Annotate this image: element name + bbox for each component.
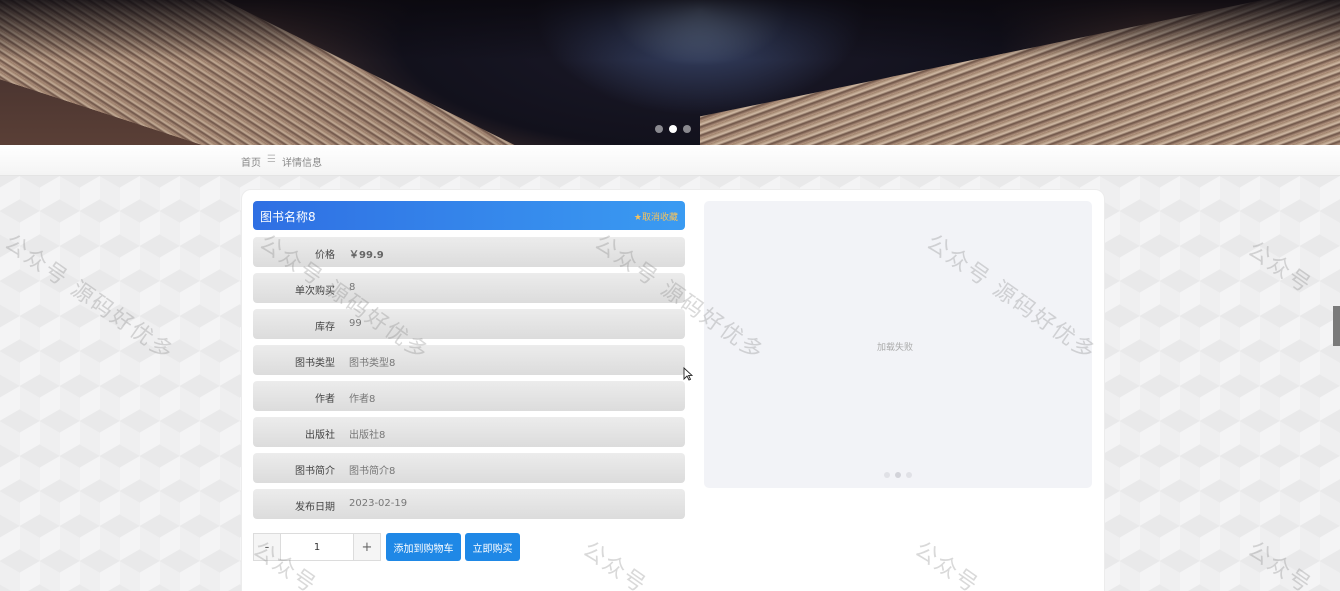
hero-banner <box>0 0 1340 145</box>
field-row-publisher: 出版社 出版社8 <box>253 417 685 447</box>
banner-shadow <box>0 0 1340 60</box>
decrease-quantity-button[interactable]: - <box>253 533 281 561</box>
image-dot-2[interactable] <box>895 472 901 478</box>
quantity-stepper: - 1 + <box>253 533 381 561</box>
book-image-carousel[interactable]: 加载失败 <box>704 201 1092 488</box>
carousel-indicators <box>655 125 691 133</box>
field-label: 价格 <box>315 250 335 261</box>
field-row-price: 价格 ￥99.9 <box>253 237 685 267</box>
image-dot-1[interactable] <box>884 472 890 478</box>
field-value: 作者8 <box>349 394 376 405</box>
field-value: 图书类型8 <box>349 358 396 369</box>
field-value: 8 <box>349 282 356 293</box>
field-row-stock: 库存 99 <box>253 309 685 339</box>
field-row-publish-date: 发布日期 2023-02-19 <box>253 489 685 519</box>
add-to-cart-button[interactable]: 添加到购物车 <box>386 533 461 561</box>
field-label: 出版社 <box>305 430 335 441</box>
book-title-bar: 图书名称8 ★取消收藏 <box>253 201 685 230</box>
carousel-dot-1[interactable] <box>655 125 663 133</box>
field-row-summary: 图书简介 图书简介8 <box>253 453 685 483</box>
field-value: 图书简介8 <box>349 466 396 477</box>
breadcrumb: 首页 ☰ 详情信息 <box>241 154 322 169</box>
image-carousel-indicators <box>884 472 912 478</box>
book-title: 图书名称8 <box>260 210 316 224</box>
image-dot-3[interactable] <box>906 472 912 478</box>
mouse-cursor-icon <box>683 367 693 381</box>
carousel-dot-2[interactable] <box>669 125 677 133</box>
field-row-author: 作者 作者8 <box>253 381 685 411</box>
breadcrumb-current: 详情信息 <box>281 158 322 169</box>
page-scrollbar-thumb[interactable] <box>1333 306 1340 346</box>
breadcrumb-bar: 首页 ☰ 详情信息 <box>0 145 1340 176</box>
carousel-dot-3[interactable] <box>683 125 691 133</box>
field-value: ￥99.9 <box>349 250 384 261</box>
breadcrumb-home-link[interactable]: 首页 <box>241 154 261 169</box>
field-row-purchase-count: 单次购买 8 <box>253 273 685 303</box>
unfavorite-button[interactable]: ★取消收藏 <box>634 210 678 223</box>
quantity-input[interactable]: 1 <box>281 533 353 561</box>
field-label: 图书简介 <box>295 466 335 477</box>
field-label: 图书类型 <box>295 358 335 369</box>
field-label: 作者 <box>315 394 335 405</box>
field-value: 99 <box>349 318 362 329</box>
breadcrumb-separator-icon: ☰ <box>267 154 276 165</box>
field-row-category: 图书类型 图书类型8 <box>253 345 685 375</box>
increase-quantity-button[interactable]: + <box>353 533 381 561</box>
buy-now-button[interactable]: 立即购买 <box>465 533 520 561</box>
field-label: 单次购买 <box>295 286 335 297</box>
field-label: 库存 <box>315 322 335 333</box>
image-load-failed-text: 加载失败 <box>877 343 914 353</box>
field-value: 2023-02-19 <box>349 498 408 509</box>
field-value: 出版社8 <box>349 430 386 441</box>
field-label: 发布日期 <box>295 502 335 513</box>
